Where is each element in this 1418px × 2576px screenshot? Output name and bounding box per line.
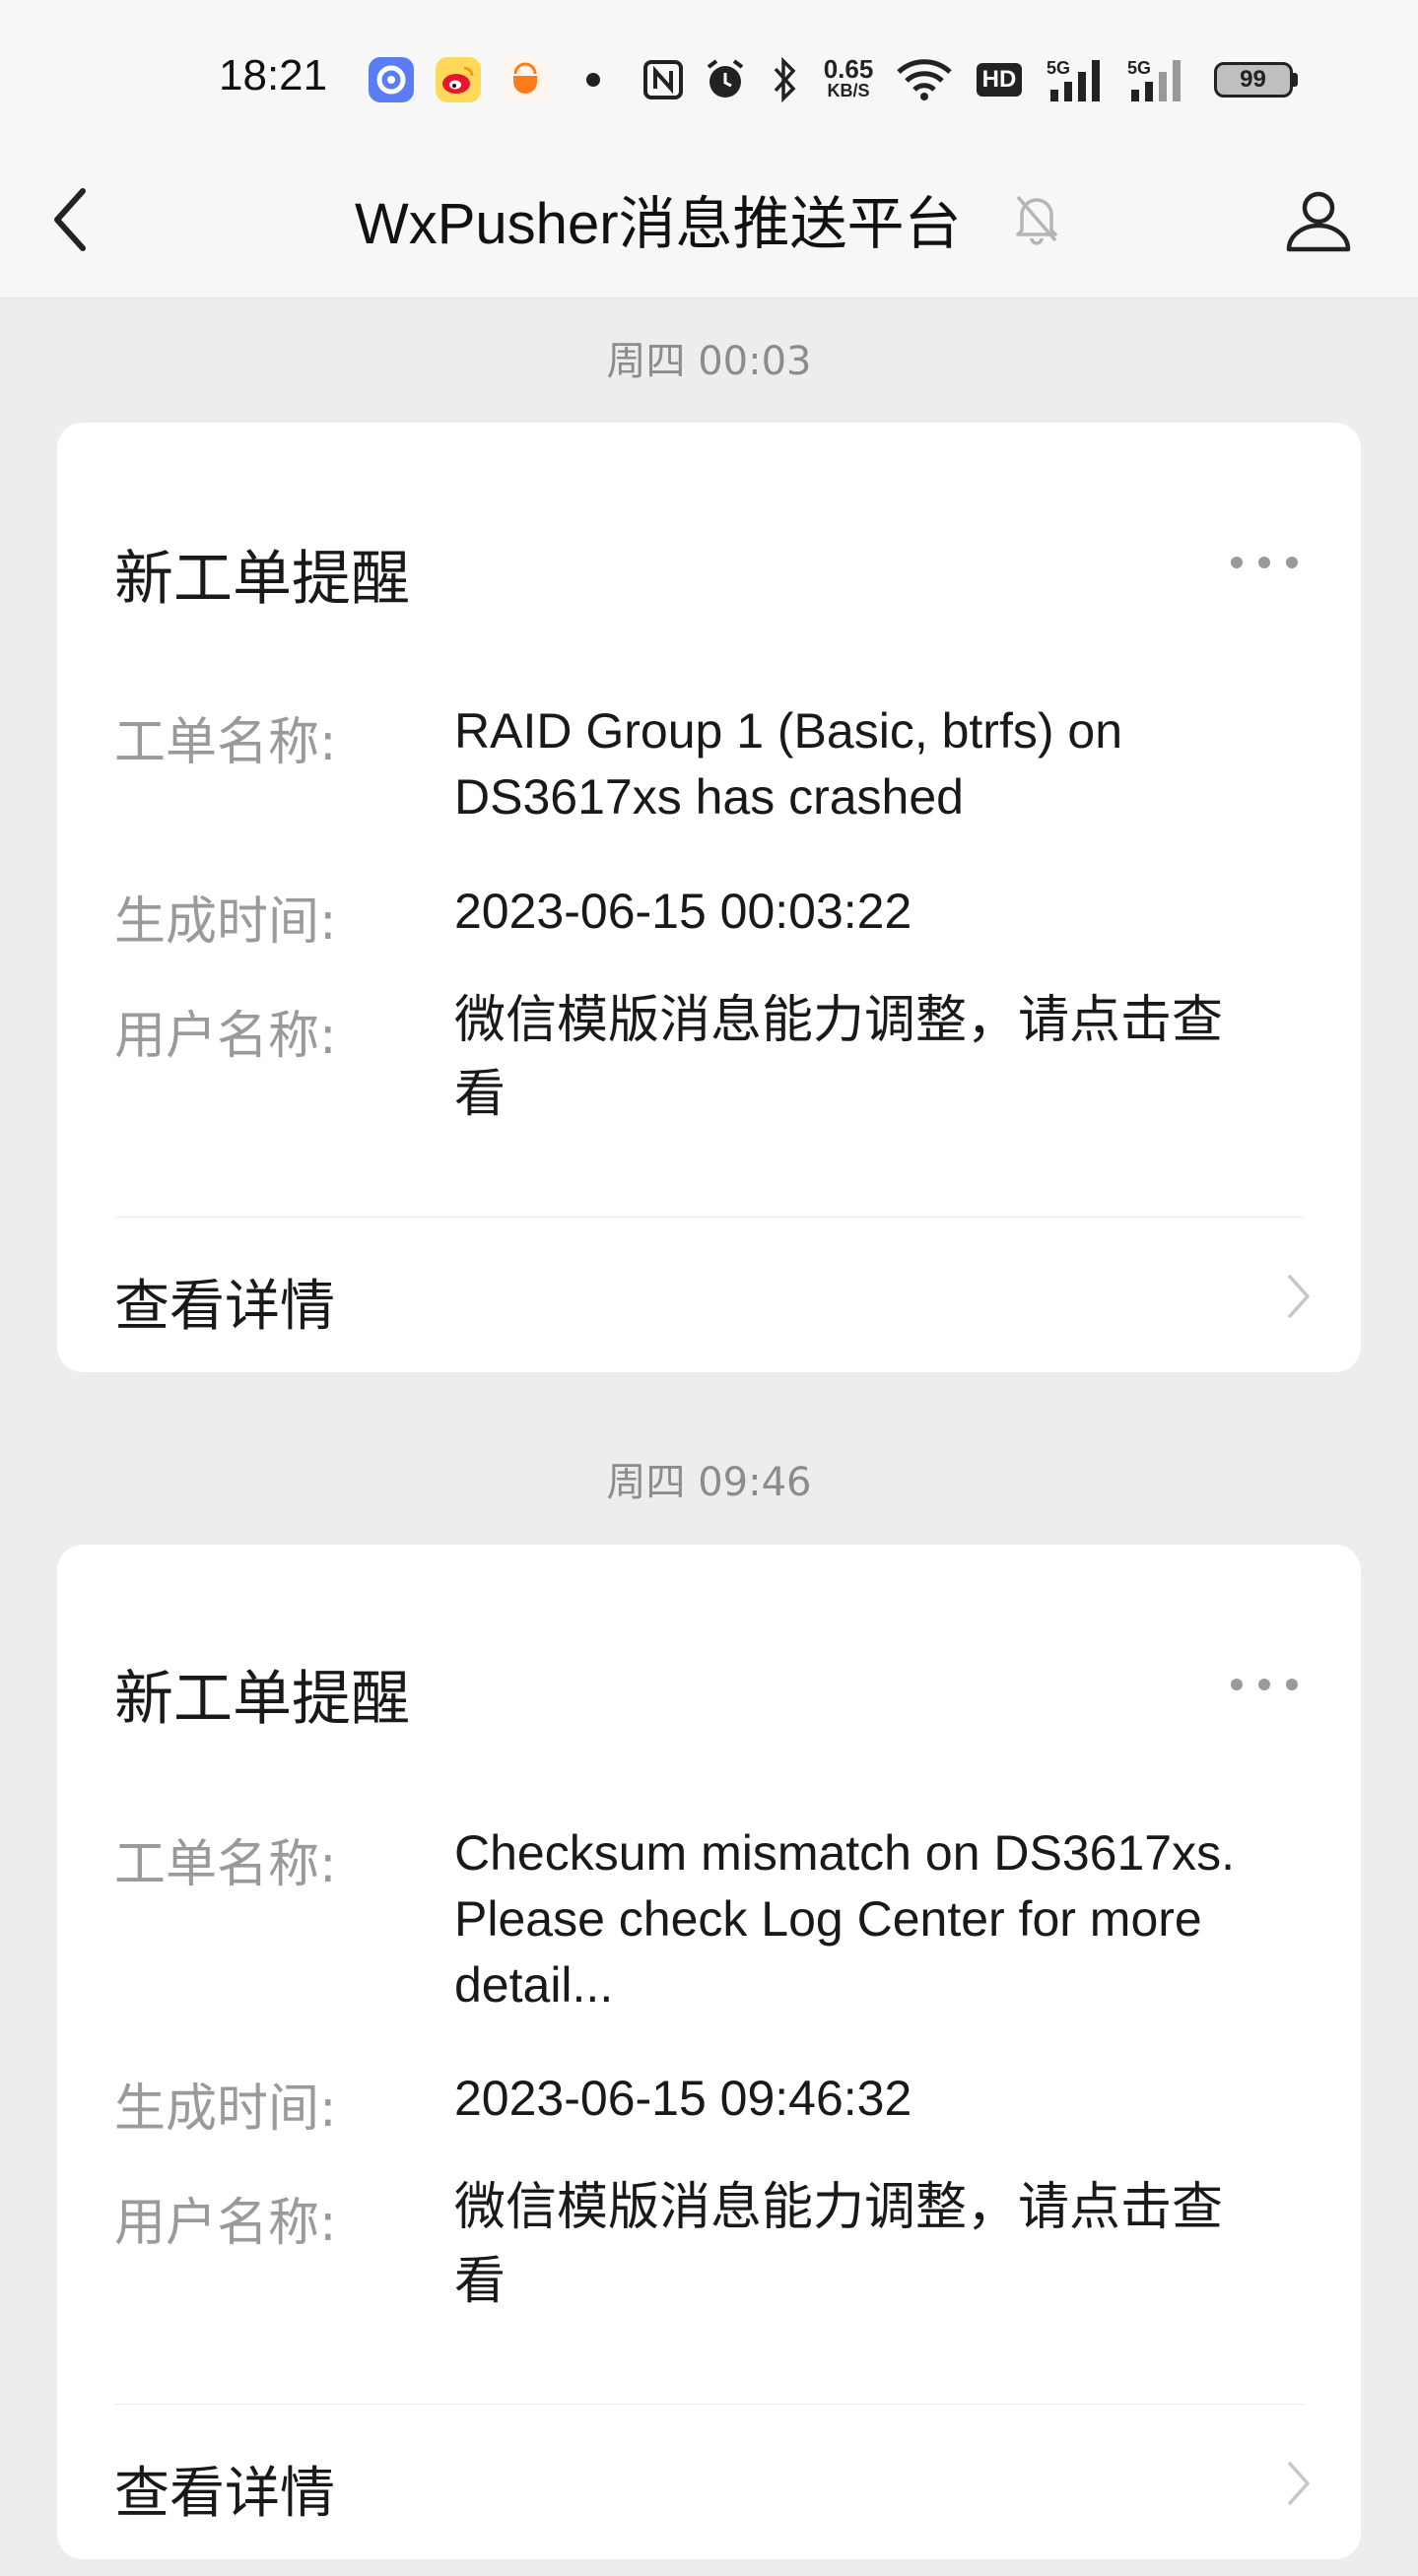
message-card[interactable]: 新工单提醒 工单名称: Checksum mismatch on DS3617x… <box>57 1545 1361 2559</box>
nfc-icon <box>641 55 686 104</box>
details-label: 查看详情 <box>114 1275 335 1339</box>
battery-level: 99 <box>1240 66 1266 93</box>
bluetooth-icon <box>767 55 802 104</box>
more-icon[interactable] <box>1231 1665 1298 1704</box>
net-speed-unit: KB/S <box>827 81 870 100</box>
row-value: Checksum mismatch on DS3617xs. Please ch… <box>454 1825 1235 2013</box>
bell-off-icon <box>1013 183 1060 252</box>
row-value: 微信模版消息能力调整，请点击查 看 <box>454 991 1224 1124</box>
nav-bar: WxPusher消息推送平台 <box>0 148 1418 298</box>
net-speed-value: 0.65 <box>823 54 874 84</box>
row-value: 2023-06-15 09:46:32 <box>454 2071 912 2126</box>
net-speed: 0.65 KB/S <box>814 55 883 104</box>
chevron-right-icon <box>1284 2459 1314 2508</box>
row-label: 用户名称: <box>114 2194 337 2253</box>
svg-text:5G: 5G <box>1127 58 1151 78</box>
chevron-right-icon <box>1284 1272 1314 1321</box>
back-button[interactable] <box>39 175 99 264</box>
wifi-icon <box>893 55 956 104</box>
status-time: 18:21 <box>219 51 328 99</box>
row-label: 工单名称: <box>114 713 337 772</box>
message-card[interactable]: 新工单提醒 工单名称: RAID Group 1 (Basic, btrfs) … <box>57 423 1361 1372</box>
hd-icon: HD <box>970 55 1029 104</box>
more-icon[interactable] <box>1231 543 1298 582</box>
dot-icon <box>581 55 605 104</box>
battery-icon: 99 <box>1210 55 1301 104</box>
row-label: 工单名称: <box>114 1835 337 1894</box>
user-icon <box>1286 191 1351 252</box>
status-bar: 18:21 0.65 KB/S HD 5G 5G 99 <box>0 0 1418 163</box>
details-label: 查看详情 <box>114 2462 335 2526</box>
view-details-link[interactable]: 查看详情 <box>57 1217 1361 1364</box>
message-timestamp: 周四 09:46 <box>606 1460 812 1505</box>
page-title: WxPusher消息推送平台 <box>355 192 962 256</box>
row-value: 2023-06-15 00:03:22 <box>454 884 912 939</box>
row-value: 微信模版消息能力调整，请点击查 看 <box>454 2178 1224 2311</box>
weibo-app-icon <box>434 55 483 104</box>
svg-text:5G: 5G <box>1047 58 1070 78</box>
alarm-icon <box>702 55 749 104</box>
row-value: RAID Group 1 (Basic, btrfs) on DS3617xs … <box>454 703 1123 825</box>
chevron-left-icon <box>54 188 86 251</box>
view-details-link[interactable]: 查看详情 <box>57 2404 1361 2551</box>
card-title: 新工单提醒 <box>114 1665 410 1734</box>
signal-icon: 5G <box>1045 55 1108 104</box>
browser-app-icon <box>367 55 416 104</box>
signal-icon: 5G <box>1125 55 1188 104</box>
card-title: 新工单提醒 <box>114 545 410 614</box>
message-timestamp: 周四 00:03 <box>606 339 812 384</box>
row-label: 生成时间: <box>114 892 337 952</box>
row-label: 用户名称: <box>114 1007 337 1066</box>
row-label: 生成时间: <box>114 2080 337 2139</box>
didi-app-icon <box>501 55 550 104</box>
profile-button[interactable] <box>1279 175 1358 264</box>
